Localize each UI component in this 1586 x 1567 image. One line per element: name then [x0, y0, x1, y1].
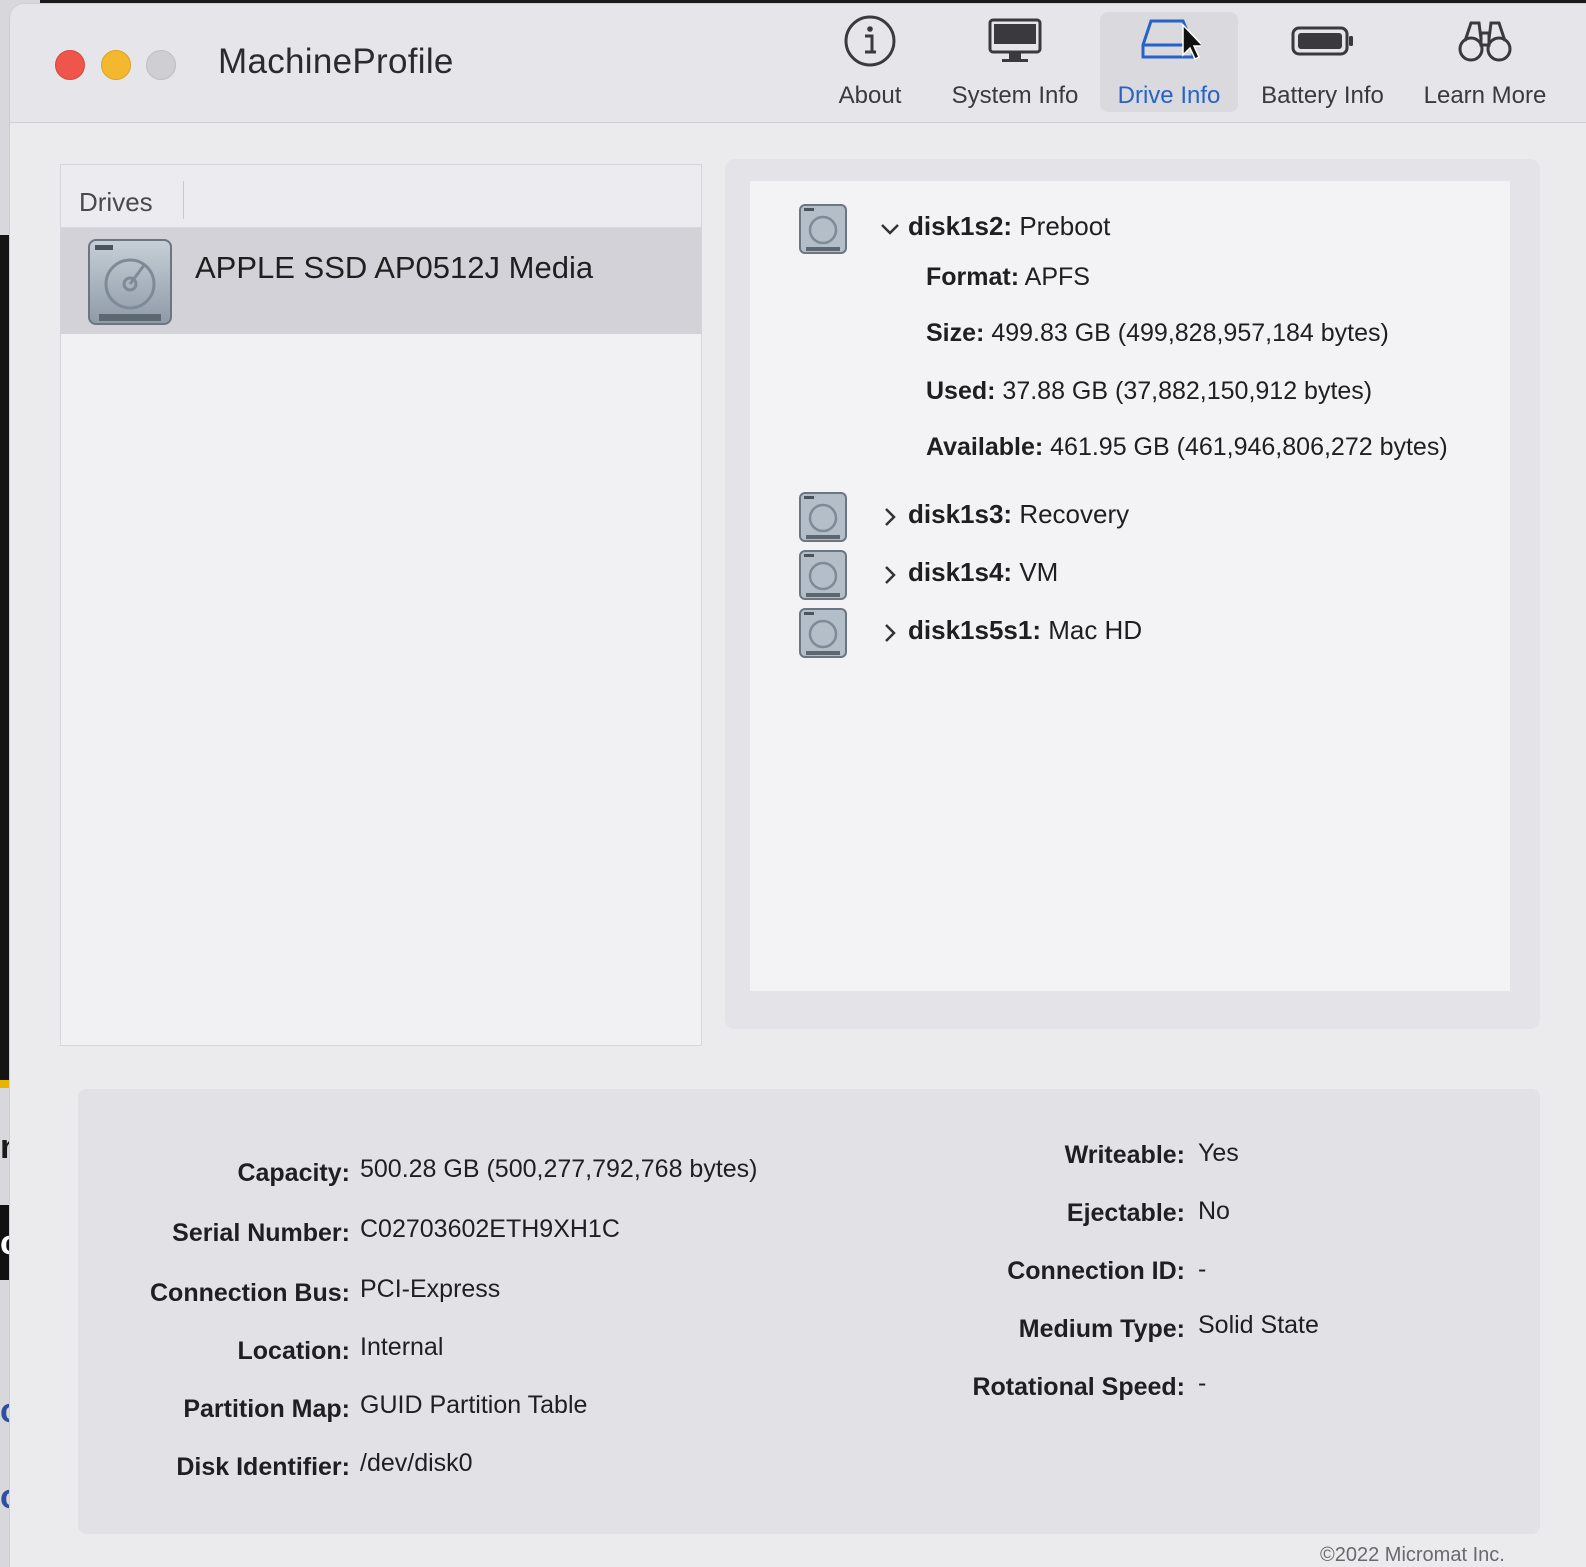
format-row: Format: APFS [926, 263, 1090, 292]
drive-name: APPLE SSD AP0512J Media [195, 250, 594, 285]
chevron-down-icon[interactable] [878, 217, 902, 241]
available-label: Available: [926, 433, 1044, 461]
partition-name: VM [1019, 557, 1059, 587]
toolbar-learn-more-label: Learn More [1423, 82, 1547, 109]
binoculars-icon [1458, 21, 1512, 62]
column-separator[interactable] [183, 181, 184, 219]
connection-id-label: Connection ID: [1007, 1257, 1185, 1285]
battery-icon [1291, 26, 1353, 56]
writeable-value: Yes [1198, 1139, 1239, 1167]
location-label: Location: [237, 1337, 351, 1365]
partition-id: disk1s4: [908, 557, 1013, 587]
ejectable-label: Ejectable: [1066, 1199, 1185, 1227]
partition-name: Recovery [1019, 499, 1130, 529]
ejectable-value: No [1198, 1197, 1230, 1225]
toolbar-about-button[interactable]: About [820, 12, 920, 112]
volume-icon [799, 550, 847, 600]
partition-map-label: Partition Map: [183, 1395, 350, 1423]
location-value: Internal [360, 1333, 444, 1361]
title-bar: MachineProfile About System Info Drive I… [10, 4, 1586, 123]
info-icon [844, 15, 896, 67]
serial-number-label: Serial Number: [172, 1219, 350, 1247]
size-value: 499.83 GB (499,828,957,184 bytes) [991, 319, 1389, 347]
drive-list-item[interactable]: APPLE SSD AP0512J Media [61, 228, 701, 334]
writeable-label: Writeable: [1064, 1141, 1185, 1169]
drives-list: Drives APPLE SSD AP0512J Media [60, 164, 702, 1046]
capacity-label: Capacity: [237, 1159, 350, 1187]
partition-id: disk1s2: [908, 211, 1013, 241]
partition-name: Preboot [1019, 211, 1111, 241]
partition-title: disk1s2: Preboot [908, 211, 1110, 242]
toolbar-drive-info-button[interactable]: Drive Info [1100, 12, 1238, 112]
partition-map-value: GUID Partition Table [360, 1391, 588, 1419]
toolbar-learn-more-button[interactable]: Learn More [1410, 12, 1560, 112]
serial-number-value: C02703602ETH9XH1C [360, 1215, 620, 1243]
used-value: 37.88 GB (37,882,150,912 bytes) [1002, 377, 1373, 405]
capacity-value: 500.28 GB (500,277,792,768 bytes) [360, 1155, 758, 1183]
toolbar-drive-info-label: Drive Info [1117, 82, 1221, 109]
drive-icon [1141, 19, 1201, 61]
toolbar-battery-info-button[interactable]: Battery Info [1250, 12, 1395, 112]
size-label: Size: [926, 319, 985, 347]
used-row: Used: 37.88 GB (37,882,150,912 bytes) [926, 377, 1372, 406]
rotational-speed-label: Rotational Speed: [972, 1373, 1185, 1401]
monitor-icon [988, 18, 1042, 62]
chevron-right-icon[interactable] [878, 505, 902, 529]
chevron-right-icon[interactable] [878, 563, 902, 587]
rotational-speed-value: - [1198, 1369, 1207, 1397]
partition-title: disk1s3: Recovery [908, 499, 1129, 530]
partition-row-preboot[interactable]: disk1s2: Preboot [750, 203, 1510, 259]
format-label: Format: [926, 263, 1020, 291]
partitions-panel: disk1s2: Preboot Format: APFS Size: 499.… [725, 159, 1540, 1029]
used-label: Used: [926, 377, 996, 405]
size-row: Size: 499.83 GB (499,828,957,184 bytes) [926, 319, 1389, 348]
medium-type-value: Solid State [1198, 1311, 1319, 1339]
drive-details-panel: Capacity: 500.28 GB (500,277,792,768 byt… [78, 1089, 1540, 1534]
volume-icon [799, 492, 847, 542]
format-value: APFS [1024, 263, 1090, 291]
minimize-button[interactable] [101, 50, 131, 80]
copyright-footer: ©2022 Micromat Inc. [1320, 1544, 1505, 1566]
toolbar-system-info-label: System Info [951, 82, 1079, 109]
volume-icon [799, 204, 847, 254]
partition-name: Mac HD [1048, 615, 1143, 645]
connection-bus-label: Connection Bus: [150, 1279, 350, 1307]
available-value: 461.95 GB (461,946,806,272 bytes) [1050, 433, 1448, 461]
toolbar-system-info-button[interactable]: System Info [940, 12, 1090, 112]
medium-type-label: Medium Type: [1018, 1315, 1185, 1343]
chevron-right-icon[interactable] [878, 621, 902, 645]
app-window: MachineProfile About System Info Drive I… [10, 4, 1586, 1567]
partition-id: disk1s3: [908, 499, 1013, 529]
partition-title: disk1s5s1: Mac HD [908, 615, 1142, 646]
partition-row-vm[interactable]: disk1s4: VM [750, 549, 1510, 605]
toolbar-battery-info-label: Battery Info [1261, 82, 1384, 109]
drives-column-header[interactable]: Drives [61, 165, 701, 228]
zoom-button[interactable] [146, 50, 176, 80]
disk-identifier-value: /dev/disk0 [360, 1449, 473, 1477]
connection-id-value: - [1198, 1255, 1207, 1283]
partitions-list: disk1s2: Preboot Format: APFS Size: 499.… [750, 181, 1510, 991]
partition-title: disk1s4: VM [908, 557, 1058, 588]
partition-id: disk1s5s1: [908, 615, 1041, 645]
toolbar-about-label: About [838, 82, 902, 109]
disk-identifier-label: Disk Identifier: [176, 1453, 350, 1481]
close-button[interactable] [55, 50, 85, 80]
hard-drive-icon [88, 239, 172, 325]
volume-icon [799, 608, 847, 658]
drives-header-label: Drives [79, 187, 153, 217]
partition-row-recovery[interactable]: disk1s3: Recovery [750, 491, 1510, 547]
connection-bus-value: PCI-Express [360, 1275, 501, 1303]
partition-row-mac-hd[interactable]: disk1s5s1: Mac HD [750, 607, 1510, 663]
available-row: Available: 461.95 GB (461,946,806,272 by… [926, 433, 1448, 462]
app-title: MachineProfile [218, 42, 454, 81]
